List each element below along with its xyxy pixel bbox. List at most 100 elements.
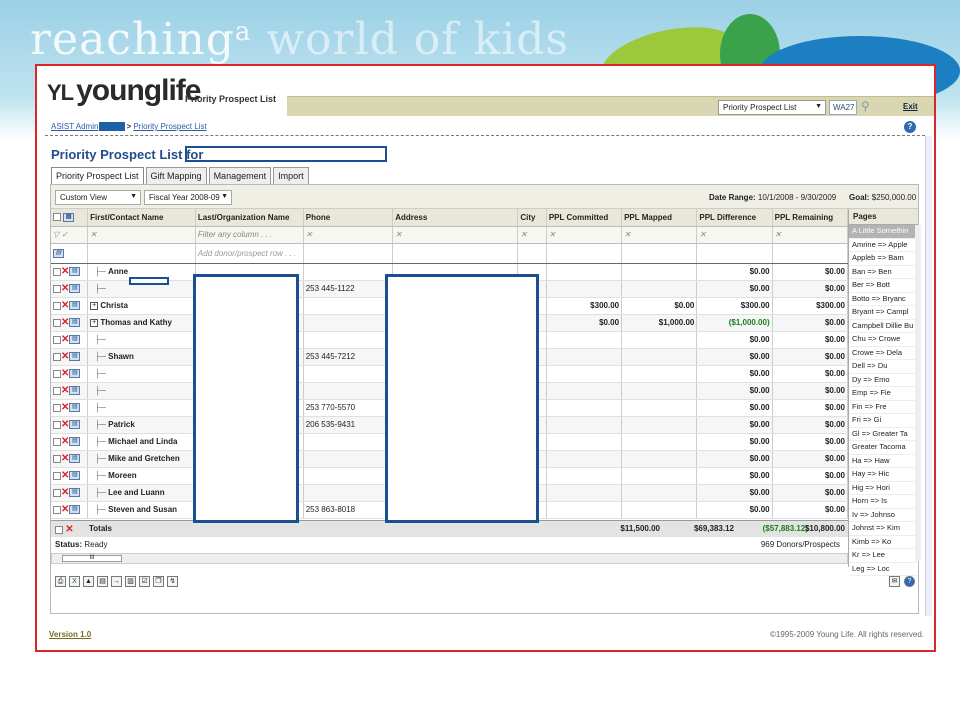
page-item[interactable]: Fin => Fre [849,401,918,414]
tab-gift-mapping[interactable]: Gift Mapping [145,167,207,184]
committed-cell[interactable] [546,399,623,417]
phone-cell[interactable] [303,450,394,468]
horizontal-scrollbar[interactable]: III [51,553,848,564]
copy-icon[interactable]: ❐ [153,576,164,587]
mapped-cell[interactable] [621,382,698,400]
delete-icon[interactable]: ✕ [61,334,69,345]
committed-cell[interactable] [546,263,623,281]
card-icon[interactable]: ▤ [69,471,81,481]
phone-cell[interactable] [303,314,394,332]
row-checkbox[interactable] [53,301,61,310]
column-header[interactable]: PPL Difference [696,209,773,227]
phone-cell[interactable]: 206 535-9431 [303,416,394,434]
first-name-cell[interactable]: ├─ [87,365,196,383]
page-item[interactable]: Dell => Du [849,360,918,374]
row-checkbox[interactable] [53,284,61,293]
page-item[interactable]: Ha => Haw [849,455,918,468]
page-item[interactable]: Leg => Loc [849,563,918,576]
page-item[interactable]: Dy => Emo [849,374,918,387]
card-icon[interactable]: ▤ [69,301,81,311]
mapped-cell[interactable] [621,501,698,519]
filter-icon[interactable]: ▽ ✓ [51,226,89,244]
checklist-icon[interactable]: ☑ [139,576,150,587]
phone-cell[interactable] [303,365,394,383]
page-item[interactable]: Hay => Hic [849,468,918,482]
phone-cell[interactable] [303,467,394,485]
tab-management[interactable]: Management [208,167,272,184]
scroll-thumb[interactable]: III [62,555,122,562]
card-icon[interactable]: ▤ [69,284,81,294]
page-item[interactable]: A Little Somethin [849,225,918,239]
page-item[interactable]: Chu => Crowe [849,333,918,347]
first-name-cell[interactable]: + Christa [87,297,196,315]
committed-cell[interactable] [546,331,623,349]
column-header[interactable]: Last/Organization Name [195,209,304,227]
row-checkbox[interactable] [53,335,61,344]
committed-cell[interactable] [546,467,623,485]
page-item[interactable]: Johnst => Kim [849,522,918,536]
page-item[interactable]: Greater Tacoma [849,441,918,455]
first-name-cell[interactable]: ├─ [87,399,196,417]
row-checkbox[interactable] [53,471,61,480]
committed-cell[interactable]: $0.00 [546,314,623,332]
card-icon[interactable]: ▤ [69,318,81,328]
filter-cell[interactable]: ✕ [772,226,848,244]
card-icon[interactable]: ▤ [69,403,81,413]
mapped-cell[interactable]: $0.00 [621,297,698,315]
mapped-cell[interactable] [621,365,698,383]
add-card-icon[interactable]: ▤ [53,248,64,258]
card-icon[interactable]: ▤ [69,437,81,447]
card-icon[interactable]: ▤ [69,420,81,430]
delete-icon[interactable]: ✕ [61,351,69,362]
committed-cell[interactable] [546,280,623,298]
delete-icon[interactable]: ✕ [61,300,69,311]
filter-cell[interactable]: ✕ [696,226,773,244]
phone-cell[interactable]: 253 445-7212 [303,348,394,366]
expand-icon[interactable]: + [90,318,99,327]
row-checkbox[interactable] [53,369,61,378]
committed-cell[interactable] [546,348,623,366]
card-icon[interactable]: ▤ [69,488,81,498]
row-checkbox[interactable] [53,454,61,463]
pages-scrollbar[interactable] [915,225,921,561]
excel-icon[interactable]: X [69,576,80,587]
phone-cell[interactable]: 253 445-1122 [303,280,394,298]
delete-icon[interactable]: ✕ [61,317,69,328]
delete-icon[interactable]: ✕ [61,453,69,464]
mapped-cell[interactable] [621,348,698,366]
expand-icon[interactable]: + [90,301,99,310]
mapped-cell[interactable] [621,467,698,485]
page-item[interactable]: Bryant => Campl [849,306,918,320]
help-icon[interactable]: ? [904,121,916,133]
committed-cell[interactable] [546,484,623,502]
breadcrumb-current[interactable]: Priority Prospect List [133,122,206,131]
first-name-cell[interactable]: + Thomas and Kathy [87,314,196,332]
page-item[interactable]: Emp => Fie [849,387,918,401]
page-item[interactable]: Fri => Gi [849,414,918,428]
app-selector[interactable]: Priority Prospect List ▼ [718,100,826,115]
mapped-cell[interactable] [621,450,698,468]
row-checkbox[interactable] [53,386,61,395]
row-checkbox[interactable] [53,505,61,514]
filter-cell[interactable]: ✕ [517,226,547,244]
delete-icon[interactable]: ✕ [61,402,69,413]
page-item[interactable]: Hig => Hori [849,482,918,495]
phone-cell[interactable]: 253 863-8018 [303,501,394,519]
tab-import[interactable]: Import [273,167,309,184]
search-icon[interactable]: ⚲ [861,99,870,113]
page-item[interactable]: Iv => Johnso [849,509,918,522]
delete-icon[interactable]: ✕ [61,283,69,294]
phone-cell[interactable]: 253 770-5570 [303,399,394,417]
version-link[interactable]: Version 1.0 [49,630,91,639]
column-header[interactable]: Phone [303,209,394,227]
card-icon[interactable]: ▤ [69,369,81,379]
card-icon[interactable]: ▤ [69,335,81,345]
header-select[interactable]: ▤ [51,209,89,227]
first-name-cell[interactable]: ├─ Michael and Linda [87,433,196,451]
refresh-icon[interactable]: ↯ [167,576,178,587]
page-item[interactable]: Ban => Ben [849,266,918,279]
filter-cell[interactable]: ✕ [303,226,394,244]
card-icon[interactable]: ▤ [97,576,108,587]
committed-cell[interactable] [546,382,623,400]
mapped-cell[interactable] [621,433,698,451]
